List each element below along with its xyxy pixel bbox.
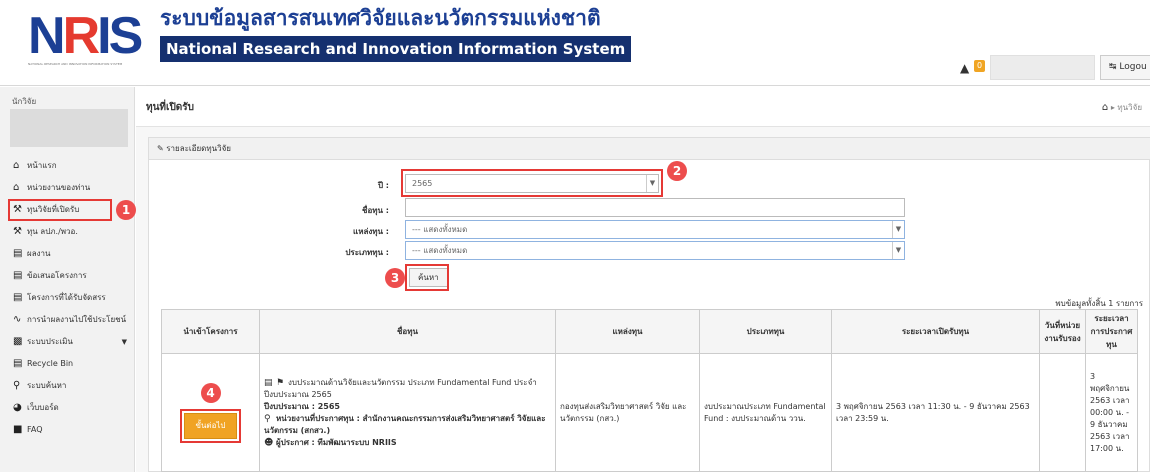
pencil-icon: ✎: [157, 144, 167, 153]
bookmark-icon: ⚑: [276, 377, 285, 388]
column-header: ชื่อทุน: [259, 309, 556, 354]
faq-icon: ■: [13, 424, 23, 435]
recycle-icon: ▤: [13, 358, 23, 369]
sidebar: นักวิจัย ⌂ หน้าแรก ⌂ หน่วยงานของท่าน ⚒ ทุนว…: [0, 87, 136, 472]
file-icon: ▤: [13, 248, 23, 259]
home-icon: ⌂: [1101, 102, 1109, 113]
file-icon: ▤: [13, 292, 23, 303]
column-header: วันที่หน่วยงานรับรอง: [1039, 309, 1086, 354]
fiscal-year: ปีงบประมาณ : 2565: [264, 401, 340, 411]
user-menu[interactable]: [990, 55, 1095, 80]
fund-source-select[interactable]: --- แสดงทั้งหมด ▼: [405, 220, 905, 239]
announcer-agency: หน่วยงานที่ประกาศทุน : สำนักงานคณะกรรมกา…: [264, 413, 546, 435]
table-row: 4 ขั้นต่อไป ▤ ⚑ งบประมาณด้านวิจัยและนวัตกร…: [161, 353, 1138, 472]
sidebar-item-proposals[interactable]: ▤ ข้อเสนอโครงการ: [0, 265, 135, 287]
logo-subtext: NATIONAL RESEARCH AND INNOVATION INFORMA…: [28, 62, 123, 66]
chart-bar-icon: ▩: [13, 336, 23, 347]
import-cell: 4 ขั้นต่อไป: [161, 353, 260, 472]
globe-icon: ◕: [13, 402, 22, 413]
highlight-year-select: [401, 169, 663, 197]
breadcrumb[interactable]: ⌂ ▸ ทุนวิจัย: [1102, 101, 1142, 114]
nris-logo[interactable]: NRIS NATIONAL RESEARCH AND INNOVATION IN…: [28, 6, 154, 68]
sidebar-item-faq[interactable]: ■ FAQ: [0, 419, 135, 441]
fund-title[interactable]: งบประมาณด้านวิจัยและนวัตกรรม ประเภท Fund…: [264, 378, 537, 399]
home-icon: ⌂: [13, 182, 20, 193]
sidebar-item-recycle-bin[interactable]: ▤ Recycle Bin: [0, 353, 135, 375]
fund-results-table: นำเข้าโครงการ ชื่อทุน แหล่งทุน ประเภททุน…: [161, 309, 1138, 472]
main-content: ทุนที่เปิดรับ ⌂ ▸ ทุนวิจัย ✎ รายละเอียดท…: [136, 87, 1150, 472]
fund-type-label: ประเภททุน :: [345, 248, 389, 257]
column-header: ประเภททุน: [699, 309, 832, 354]
announce-period-cell: 3 พฤศจิกายน 2563 เวลา 00:00 น. - 9 ธันวา…: [1085, 353, 1138, 472]
logout-button[interactable]: ↹ Logou: [1100, 55, 1150, 80]
logout-label: Logou: [1119, 62, 1147, 72]
highlight-import-button: ขั้นต่อไป: [180, 408, 241, 443]
step-marker-1: 1: [116, 200, 136, 220]
panel-header: ✎ รายละเอียดทุนวิจัย: [149, 138, 1150, 160]
file-icon: ▤: [13, 270, 23, 281]
year-label: ปี :: [377, 181, 389, 190]
column-header: ระยะเวลาการประกาศทุน: [1085, 309, 1138, 354]
location-icon: ⚲: [264, 413, 271, 424]
sidebar-item-special-funds[interactable]: ⚒ ทุน ลปภ./พวอ.: [0, 221, 135, 243]
column-header: นำเข้าโครงการ: [161, 309, 260, 354]
sidebar-item-my-agency[interactable]: ⌂ หน่วยงานของท่าน: [0, 177, 135, 199]
avatar: [10, 109, 128, 147]
step-marker-3: 3: [385, 268, 405, 288]
chevron-down-icon: ▼: [121, 338, 127, 346]
sidebar-item-funded-projects[interactable]: ▤ โครงการที่ได้รับจัดสรร: [0, 287, 135, 309]
sidebar-item-webboard[interactable]: ◕ เว็บบอร์ด: [0, 397, 135, 419]
fund-name-input[interactable]: [405, 198, 905, 217]
search-icon: ⚲: [13, 380, 21, 391]
list-icon: ▤: [264, 377, 273, 388]
import-project-button[interactable]: ขั้นต่อไป: [184, 412, 237, 439]
sidebar-item-works[interactable]: ▤ ผลงาน: [0, 243, 135, 265]
fund-type-cell: งบประมาณประเภท Fundamental Fund : งบประม…: [699, 353, 832, 472]
table-header-row: นำเข้าโครงการ ชื่อทุน แหล่งทุน ประเภททุน…: [161, 309, 1138, 354]
step-marker-2: 2: [667, 161, 687, 181]
gavel-icon: ⚒: [13, 226, 22, 237]
chevron-down-icon: ▼: [892, 221, 904, 238]
fund-detail-panel: ✎ รายละเอียดทุนวิจัย ปี : 2565 ▼ 2 ชื่อทุ…: [148, 137, 1150, 472]
chart-line-icon: ∿: [13, 314, 22, 325]
site-title-thai: ระบบข้อมูลสารสนเทศวิจัยและนวัตกรรมแห่งชา…: [160, 6, 601, 30]
sidebar-item-search[interactable]: ⚲ ระบบค้นหา: [0, 375, 135, 397]
sidebar-item-home[interactable]: ⌂ หน้าแรก: [0, 155, 135, 177]
column-header: แหล่งทุน: [555, 309, 700, 354]
app-header: NRIS NATIONAL RESEARCH AND INNOVATION IN…: [0, 0, 1150, 86]
fund-name-cell: ▤ ⚑ งบประมาณด้านวิจัยและนวัตกรรม ประเภท Fu…: [259, 353, 556, 472]
sidebar-item-evaluation[interactable]: ▩ ระบบประเมิน ▼: [0, 331, 135, 353]
highlight-search-button: [405, 264, 449, 291]
notification-badge: 0: [974, 60, 986, 72]
page-header: ทุนที่เปิดรับ ⌂ ▸ ทุนวิจัย: [136, 87, 1150, 127]
certified-date-cell: [1039, 353, 1086, 472]
user-icon: ☻: [264, 437, 274, 448]
column-header: ระยะเวลาเปิดรับทุน: [831, 309, 1040, 354]
step-marker-4: 4: [200, 382, 221, 403]
user-role-label: นักวิจัย: [12, 97, 37, 106]
announcer: ผู้ประกาศ : ทีมพัฒนาระบบ NRIIS: [276, 437, 397, 447]
fund-source-label: แหล่งทุน :: [353, 227, 389, 236]
highlight-sidebar-item: [8, 199, 112, 221]
chevron-down-icon: ▼: [892, 242, 904, 259]
logout-icon: ↹: [1109, 62, 1120, 72]
fund-name-label: ชื่อทุน :: [362, 206, 389, 215]
page-title: ทุนที่เปิดรับ: [146, 102, 194, 113]
fund-type-select[interactable]: --- แสดงทั้งหมด ▼: [405, 241, 905, 260]
site-title-english: National Research and Innovation Informa…: [160, 36, 632, 62]
open-period-cell: 3 พฤศจิกายน 2563 เวลา 11:30 น. - 9 ธันวา…: [831, 353, 1040, 472]
home-icon: ⌂: [13, 160, 20, 171]
fund-source-cell: กองทุนส่งเสริมวิทยาศาสตร์ วิจัย และนวัตก…: [555, 353, 700, 472]
sidebar-item-utilization[interactable]: ∿ การนำผลงานไปใช้ประโยชน์: [0, 309, 135, 331]
